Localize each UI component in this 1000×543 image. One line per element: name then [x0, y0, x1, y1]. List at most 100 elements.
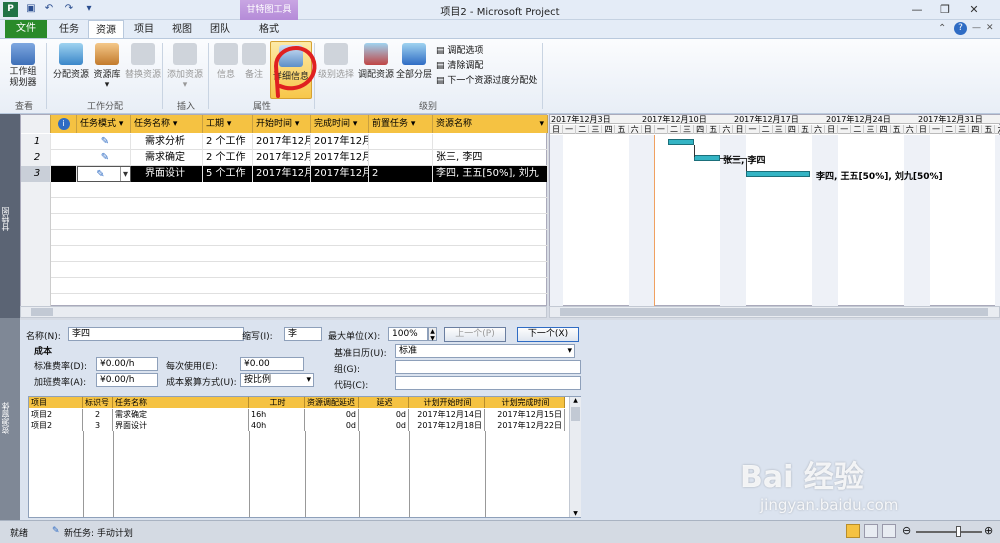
empty-row[interactable] — [21, 214, 548, 230]
help-icon[interactable]: ? — [954, 22, 967, 35]
col-delay[interactable]: 延迟 — [359, 397, 409, 408]
col-id[interactable]: 标识号 — [83, 397, 113, 408]
previous-button[interactable]: 上一个(P) — [444, 327, 506, 342]
predecessors[interactable] — [369, 150, 433, 166]
resource-names[interactable]: 李四, 王五[50%], 刘九 — [433, 166, 548, 182]
info-column-header[interactable]: i — [51, 115, 77, 133]
empty-row[interactable] — [21, 182, 548, 198]
col-task-name[interactable]: 任务名称 — [113, 397, 249, 408]
task-bar[interactable] — [746, 171, 810, 177]
new-task-mode[interactable]: 新任务: 手动计划 — [64, 526, 133, 539]
empty-row[interactable] — [21, 278, 548, 294]
minimize-icon[interactable]: — — [905, 1, 929, 18]
abbr-field[interactable]: 李 — [284, 327, 322, 341]
level-selection-button[interactable]: 级别选择 — [316, 43, 356, 80]
finish[interactable]: 2017年12月1 — [311, 150, 369, 166]
col-work[interactable]: 工时 — [249, 397, 305, 408]
task-mode-dropdown[interactable]: ✎ ▾ — [77, 166, 131, 182]
scroll-thumb[interactable] — [560, 308, 988, 316]
view-bar-resource-form[interactable]: 资源窗体 — [0, 318, 20, 520]
resource-pool-button[interactable]: 资源库 ▾ — [90, 43, 124, 90]
col-task-mode[interactable]: 任务模式 ▾ — [77, 115, 131, 133]
col-scheduled-finish[interactable]: 计划完成时间 — [485, 397, 565, 408]
ribbon-collapse-icon[interactable]: ⌃ — [938, 23, 950, 34]
group-field[interactable] — [395, 360, 581, 374]
table-row[interactable]: 1 ✎ 需求分析 2 个工作 2017年12月 2017年12月 — [21, 134, 548, 150]
gantt-view-icon[interactable] — [846, 524, 860, 538]
next-overallocation-button[interactable]: ▤ 下一个资源过度分配处 — [436, 73, 537, 86]
calendar-select[interactable]: 标准 ▾ — [395, 344, 575, 358]
view-bar-gantt[interactable]: 甘特图 — [0, 114, 20, 318]
start[interactable]: 2017年12月 — [253, 166, 311, 182]
col-leveling-delay[interactable]: 资源调配延迟 — [305, 397, 359, 408]
spinner-arrows[interactable]: ▲ ▼ — [428, 327, 437, 342]
duration[interactable]: 5 个工作 — [203, 166, 253, 182]
col-scheduled-start[interactable]: 计划开始时间 — [409, 397, 485, 408]
table-row[interactable]: 2 ✎ 需求确定 2 个工作 2017年12月 2017年12月1 张三, 李四 — [21, 150, 548, 166]
tab-project[interactable]: 项目 — [126, 20, 162, 39]
restore-icon[interactable]: ❐ — [933, 1, 957, 18]
start[interactable]: 2017年12月 — [253, 134, 311, 150]
scroll-thumb[interactable] — [31, 308, 53, 316]
select-all-corner[interactable] — [21, 115, 51, 133]
grid-horizontal-scrollbar[interactable] — [20, 306, 547, 318]
tab-view[interactable]: 视图 — [164, 20, 200, 39]
zoom-out-icon[interactable]: ⊖ — [902, 524, 911, 537]
col-task-name[interactable]: 任务名称 ▾ — [131, 115, 203, 133]
close-icon[interactable]: ✕ — [962, 1, 986, 18]
table-vertical-scrollbar[interactable]: ▲ ▼ — [569, 397, 581, 517]
leveling-options-button[interactable]: ▤ 调配选项 — [436, 43, 483, 56]
empty-row[interactable] — [21, 246, 548, 262]
zoom-slider-thumb[interactable] — [956, 526, 961, 537]
col-start[interactable]: 开始时间 ▾ — [253, 115, 311, 133]
level-all-button[interactable]: 全部分层 — [396, 43, 432, 80]
name-field[interactable]: 李四 — [68, 327, 244, 341]
std-rate-field[interactable]: ¥0.00/h — [96, 357, 158, 371]
file-tab[interactable]: 文件 — [5, 20, 47, 38]
task-bar[interactable] — [694, 155, 720, 161]
clear-leveling-button[interactable]: ▤ 清除调配 — [436, 58, 483, 71]
accrue-select[interactable]: 按比例 ▾ — [240, 373, 314, 387]
ot-rate-field[interactable]: ¥0.00/h — [96, 373, 158, 387]
duration[interactable]: 2 个工作 — [203, 150, 253, 166]
level-resource-button[interactable]: 调配资源 — [356, 43, 396, 80]
team-planner-view-icon[interactable] — [882, 524, 896, 538]
per-use-field[interactable]: ¥0.00 — [240, 357, 304, 371]
task-name[interactable]: 需求分析 — [131, 134, 203, 150]
task-name[interactable]: 界面设计 — [131, 166, 203, 182]
empty-row[interactable] — [21, 198, 548, 214]
finish[interactable]: 2017年12月2 — [311, 166, 369, 182]
task-usage-icon[interactable] — [864, 524, 878, 538]
information-button[interactable]: 信息 — [212, 43, 240, 80]
col-finish[interactable]: 完成时间 ▾ — [311, 115, 369, 133]
add-resources-button[interactable]: 添加资源 ▾ — [166, 43, 204, 90]
next-button[interactable]: 下一个(X) — [517, 327, 579, 342]
assign-resources-button[interactable]: 分配资源 — [52, 43, 90, 80]
duration[interactable]: 2 个工作 — [203, 134, 253, 150]
predecessors[interactable]: 2 — [369, 166, 433, 182]
table-row-selected[interactable]: 3 ✎ ▾ 界面设计 5 个工作 2017年12月 2017年12月2 2 李四… — [21, 166, 548, 182]
col-resource-names[interactable]: 资源名称 ▾ — [433, 115, 548, 133]
resource-names[interactable]: 张三, 李四 — [433, 150, 548, 166]
resource-names[interactable] — [433, 134, 548, 150]
col-project[interactable]: 项目 — [29, 397, 83, 408]
zoom-slider[interactable] — [916, 531, 982, 533]
start[interactable]: 2017年12月 — [253, 150, 311, 166]
tab-team[interactable]: 团队 — [202, 20, 238, 39]
col-duration[interactable]: 工期 ▾ — [203, 115, 253, 133]
gantt-horizontal-scrollbar[interactable] — [549, 306, 1000, 318]
predecessors[interactable] — [369, 134, 433, 150]
empty-row[interactable] — [21, 262, 548, 278]
tab-resource[interactable]: 资源 — [88, 20, 124, 39]
close-document-icon[interactable]: ✕ — [986, 23, 994, 33]
finish[interactable]: 2017年12月 — [311, 134, 369, 150]
empty-row[interactable] — [21, 230, 548, 246]
max-unit-spinner[interactable]: 100% — [388, 327, 428, 341]
team-planner-button[interactable]: 工作组 规划器 — [6, 43, 40, 89]
task-bar[interactable] — [668, 139, 694, 145]
col-predecessors[interactable]: 前置任务 ▾ — [369, 115, 433, 133]
task-name[interactable]: 需求确定 — [131, 150, 203, 166]
table-row[interactable]: 项目2 3 界面设计 40h 0d 0d 2017年12月18日 2017年12… — [29, 420, 567, 431]
substitute-resources-button[interactable]: 替换资源 — [124, 43, 162, 80]
zoom-in-icon[interactable]: ⊕ — [984, 524, 993, 537]
